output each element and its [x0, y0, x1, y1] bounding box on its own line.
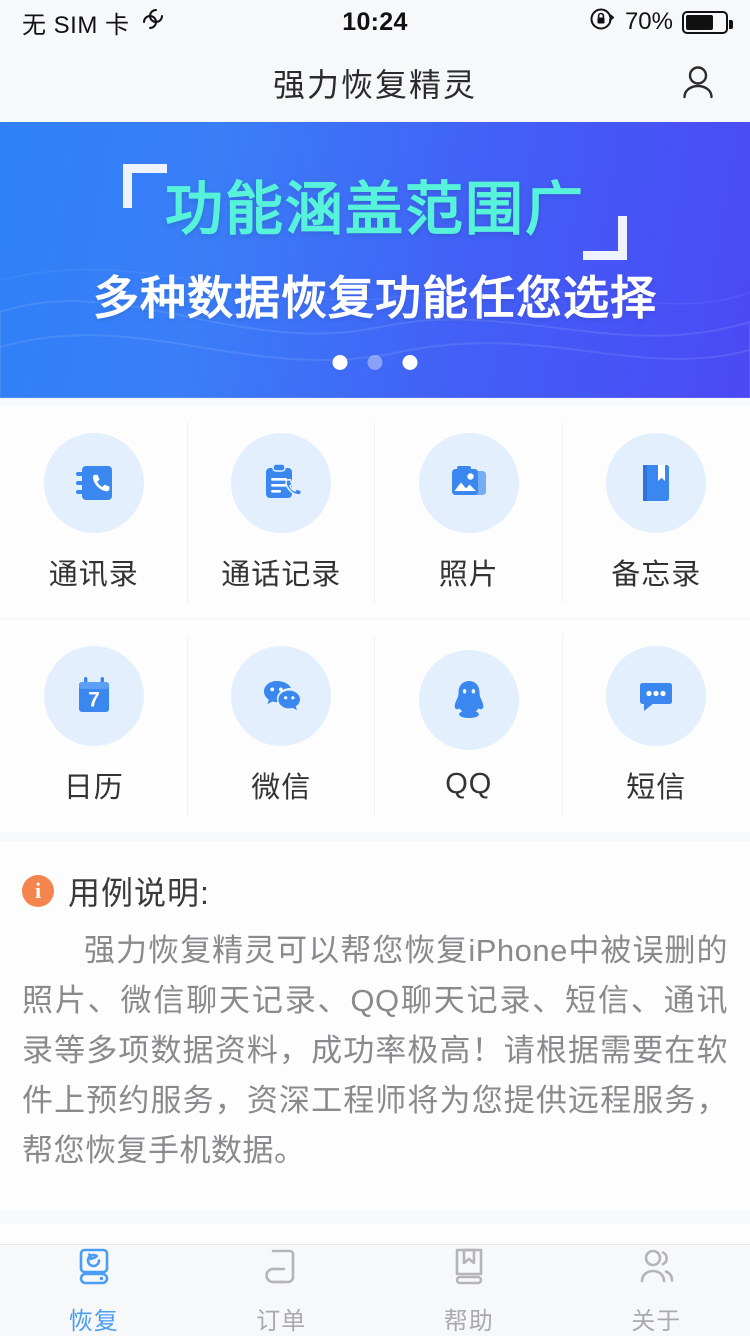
tab-label: 帮助 [444, 1301, 494, 1336]
grid-item-label: 短信 [626, 764, 686, 806]
grid-item-notes[interactable]: 备忘录 [563, 406, 750, 619]
banner-dot-2[interactable] [368, 355, 383, 370]
photos-icon [419, 433, 519, 533]
grid-item-label: 备忘录 [611, 551, 701, 593]
grid-item-wechat[interactable]: 微信 [188, 619, 376, 832]
bracket-bottom-right-icon [583, 216, 627, 260]
tab-help[interactable]: 帮助 [375, 1245, 563, 1336]
status-bar-right: 70% [588, 5, 728, 40]
grid-item-photos[interactable]: 照片 [375, 406, 563, 619]
banner-headline: 功能涵盖范围广 [165, 180, 585, 241]
usage-description-body: 强力恢复精灵可以帮您恢复iPhone中被误删的照片、微信聊天记录、QQ聊天记录、… [22, 926, 728, 1176]
banner-headline-wrap: 功能涵盖范围广 [119, 170, 631, 247]
banner-subheadline: 多种数据恢复功能任您选择 [93, 262, 657, 328]
feature-grid: 通讯录 通话记录 照片 [0, 406, 750, 832]
status-bar: 无 SIM 卡 10:24 70% [0, 0, 750, 44]
promo-banner[interactable]: 功能涵盖范围广 多种数据恢复功能任您选择 [0, 122, 750, 398]
calendar-icon: 7 [44, 646, 144, 746]
page-title: 强力恢复精灵 [273, 60, 477, 106]
bottom-tab-bar: 恢复 订单 帮助 [0, 1244, 750, 1334]
bracket-top-left-icon [123, 164, 167, 208]
wechat-icon [231, 646, 331, 746]
grid-item-contacts[interactable]: 通讯录 [0, 406, 188, 619]
qq-penguin-icon [419, 650, 519, 750]
sms-bubble-icon [606, 646, 706, 746]
battery-percent-label: 70% [625, 8, 673, 36]
notebook-icon [606, 433, 706, 533]
banner-dot-3[interactable] [403, 355, 418, 370]
grid-item-sms[interactable]: 短信 [563, 619, 750, 832]
grid-item-calendar[interactable]: 7 日历 [0, 619, 188, 832]
help-book-icon [447, 1245, 491, 1294]
rotation-lock-icon [588, 5, 616, 40]
clock: 10:24 [342, 8, 407, 37]
tab-orders[interactable]: 订单 [188, 1245, 376, 1336]
banner-pagination-dots[interactable] [333, 355, 418, 370]
info-icon: i [22, 875, 54, 907]
usage-description-title: 用例说明: [68, 868, 210, 914]
banner-dot-1[interactable] [333, 355, 348, 370]
user-icon[interactable] [676, 61, 720, 105]
calendar-day-number: 7 [88, 688, 100, 711]
grid-item-label: 微信 [251, 764, 311, 806]
loop-icon [140, 6, 166, 39]
tab-label: 订单 [256, 1301, 306, 1336]
restore-drive-icon [72, 1245, 116, 1294]
call-log-icon [231, 433, 331, 533]
grid-item-label: QQ [445, 768, 492, 801]
order-scroll-icon [259, 1245, 303, 1294]
grid-item-label: 日历 [64, 764, 124, 806]
usage-description-header: i 用例说明: [22, 868, 728, 914]
grid-item-call-log[interactable]: 通话记录 [188, 406, 376, 619]
grid-item-label: 通讯录 [49, 551, 139, 593]
tab-about[interactable]: 关于 [563, 1245, 750, 1336]
about-people-icon [634, 1245, 678, 1294]
carrier-label: 无 SIM 卡 [22, 5, 130, 40]
tab-recover[interactable]: 恢复 [0, 1245, 188, 1336]
usage-description-card: i 用例说明: 强力恢复精灵可以帮您恢复iPhone中被误删的照片、微信聊天记录… [0, 842, 750, 1210]
navigation-bar: 强力恢复精灵 [0, 44, 750, 122]
battery-icon [682, 11, 728, 34]
grid-item-label: 照片 [439, 551, 499, 593]
tab-label: 关于 [631, 1301, 681, 1336]
grid-item-label: 通话记录 [221, 551, 341, 593]
grid-item-qq[interactable]: QQ [375, 619, 563, 832]
tab-label: 恢复 [69, 1301, 119, 1336]
contacts-book-icon [44, 433, 144, 533]
status-bar-left: 无 SIM 卡 [22, 5, 166, 40]
